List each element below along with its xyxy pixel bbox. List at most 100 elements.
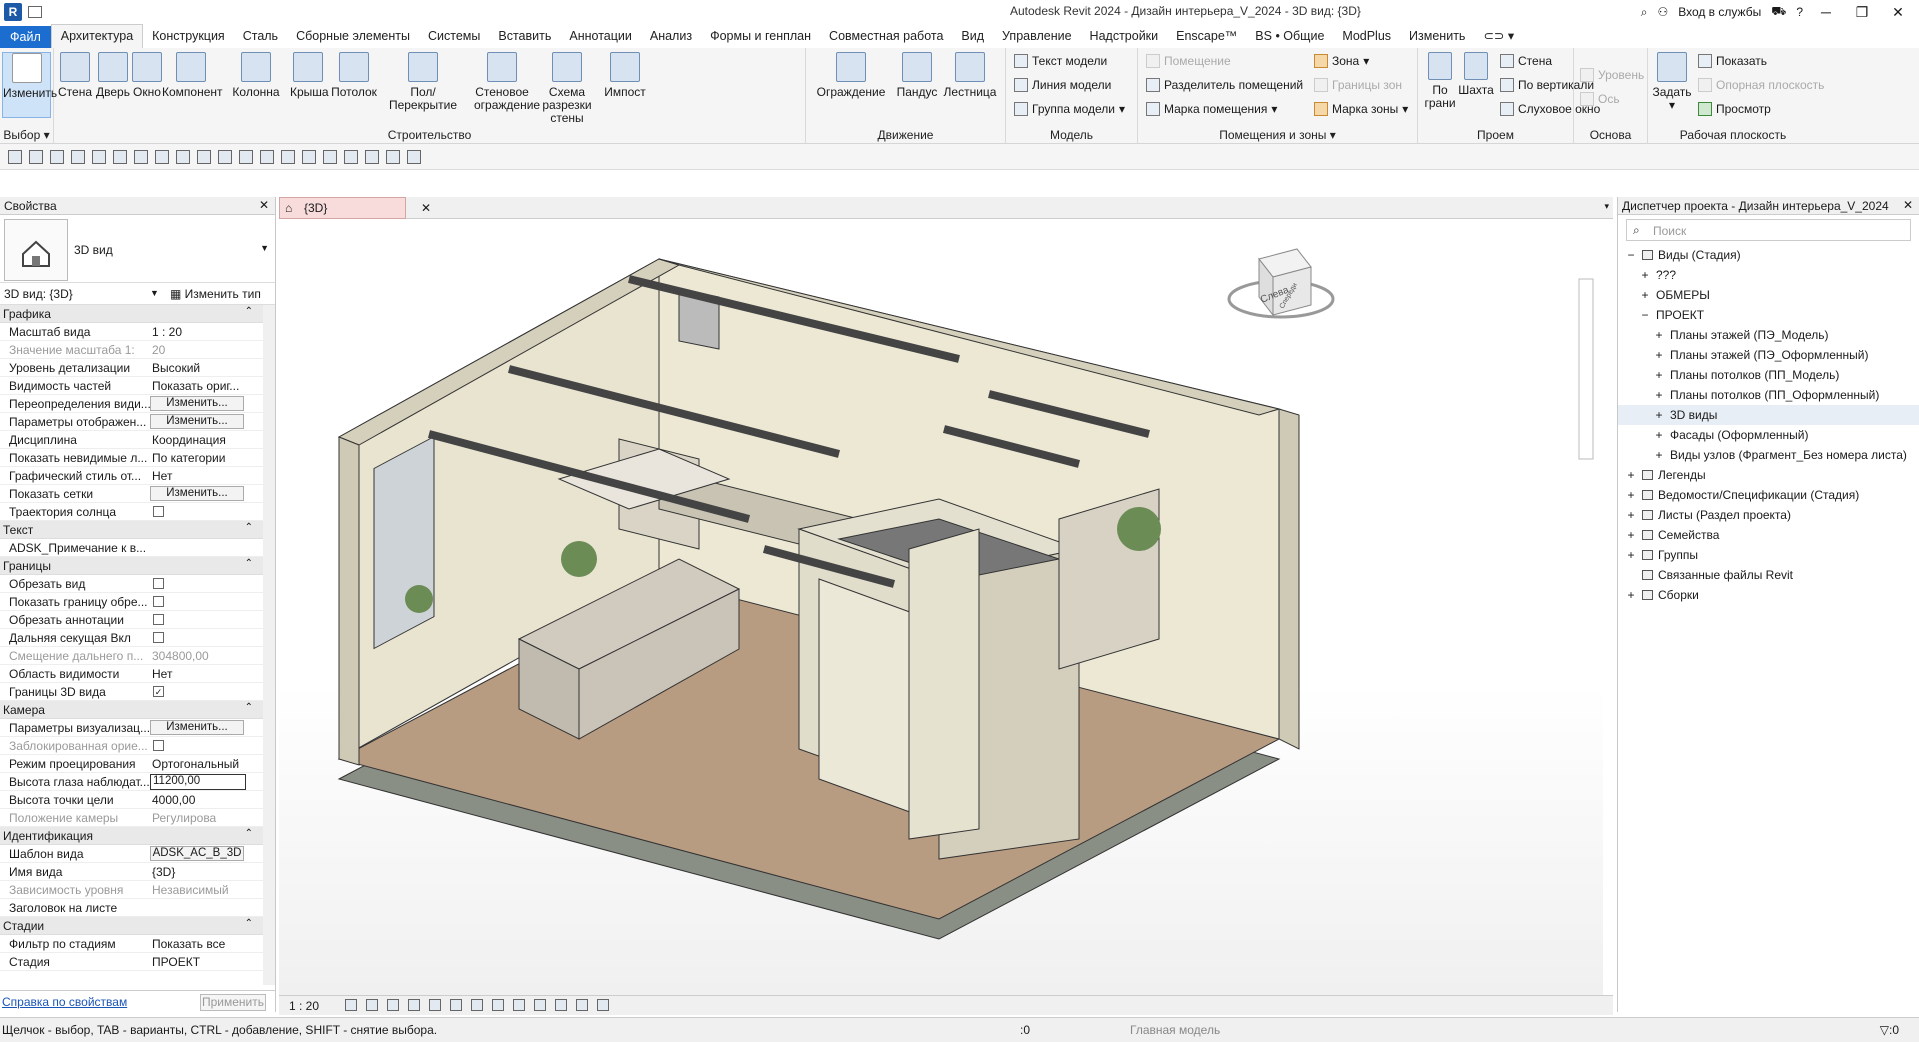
tree-toggle-icon[interactable]: − xyxy=(1626,248,1636,262)
prop-value[interactable]: Высокий xyxy=(152,361,248,375)
qat-settings-icon[interactable] xyxy=(407,149,421,164)
prop-value[interactable]: Ортогональный xyxy=(152,757,248,771)
model-line-button[interactable]: Линия модели xyxy=(1014,78,1111,92)
build-button-6[interactable]: Потолок xyxy=(330,52,378,99)
prop-input[interactable]: 11200,00 xyxy=(150,774,246,790)
model-text-button[interactable]: Текст модели xyxy=(1014,54,1107,68)
browser-node[interactable]: − Виды (Стадия) xyxy=(1618,245,1919,265)
prop-edit-button[interactable]: Изменить... xyxy=(150,396,244,411)
collapse-icon[interactable]: ⌃ xyxy=(245,522,253,533)
qat-text-icon[interactable] xyxy=(218,149,232,164)
user-icon[interactable]: ⚇ xyxy=(1657,5,1668,19)
modify-button[interactable]: Изменить xyxy=(2,52,57,118)
browser-search-input[interactable]: ⌕ Поиск xyxy=(1626,219,1911,241)
prop-checkbox[interactable] xyxy=(153,506,164,517)
collapse-icon[interactable]: ⌃ xyxy=(245,918,253,929)
room-tag-button[interactable]: Марка помещения ▾ xyxy=(1146,102,1277,116)
browser-node[interactable]: + Планы потолков (ПП_Модель) xyxy=(1618,365,1919,385)
browser-node[interactable]: +3D виды xyxy=(1618,405,1919,425)
tree-toggle-icon[interactable]: + xyxy=(1626,548,1636,562)
prop-edit-button[interactable]: Изменить... xyxy=(150,720,244,735)
prop-value[interactable]: {3D} xyxy=(152,865,248,879)
circ-button-2[interactable]: Лестница xyxy=(942,52,998,99)
browser-node[interactable]: + Планы этажей (ПЭ_Модель) xyxy=(1618,325,1919,345)
qat-print-icon[interactable] xyxy=(113,149,127,164)
prop-value[interactable]: Независимый xyxy=(152,883,248,897)
tab-5[interactable]: Системы xyxy=(419,25,489,48)
panel-title-rooms[interactable]: Помещения и зоны ▾ xyxy=(1138,128,1417,142)
tree-toggle-icon[interactable]: + xyxy=(1640,268,1650,282)
maximize-button[interactable]: ❐ xyxy=(1849,4,1875,21)
cart-icon[interactable]: ⛟ xyxy=(1771,4,1786,20)
qat-tag-icon[interactable] xyxy=(197,149,211,164)
viewer-button[interactable]: Просмотр xyxy=(1698,102,1771,116)
tab-14[interactable]: Enscape™ xyxy=(1167,25,1246,48)
prop-value[interactable]: 304800,00 xyxy=(152,649,248,663)
show-workplane-button[interactable]: Показать xyxy=(1698,54,1767,68)
prop-value[interactable]: Координация xyxy=(152,433,248,447)
navigation-bar[interactable] xyxy=(1578,278,1594,460)
tab-12[interactable]: Управление xyxy=(993,25,1081,48)
close-properties-icon[interactable]: ✕ xyxy=(259,198,269,212)
collapse-icon[interactable]: ⌃ xyxy=(245,306,253,317)
minimize-button[interactable]: ─ xyxy=(1813,4,1839,20)
prop-value[interactable]: Нет xyxy=(152,469,248,483)
collapse-icon[interactable]: ⌃ xyxy=(245,828,253,839)
area-tag-button[interactable]: Марка зоны ▾ xyxy=(1314,102,1408,116)
properties-help-link[interactable]: Справка по свойствам xyxy=(2,995,127,1009)
qat-3d-icon[interactable] xyxy=(260,149,274,164)
prop-edit-button[interactable]: Изменить... xyxy=(150,486,244,501)
qat-undo-icon[interactable] xyxy=(71,149,85,164)
tree-toggle-icon[interactable]: + xyxy=(1626,588,1636,602)
tab-0[interactable]: Файл xyxy=(0,26,51,48)
browser-node[interactable]: + Планы потолков (ПП_Оформленный) xyxy=(1618,385,1919,405)
vc-crop-icon[interactable] xyxy=(429,999,441,1011)
collapse-icon[interactable]: ⌃ xyxy=(245,702,253,713)
signin-link[interactable]: Вход в службы xyxy=(1678,5,1761,19)
prop-group-0[interactable]: Графика ⌃ xyxy=(0,305,263,323)
vc-reveal-icon[interactable] xyxy=(492,999,504,1011)
vc-temp-hide-icon[interactable] xyxy=(471,999,483,1011)
browser-node[interactable]: + Семейства xyxy=(1618,525,1919,545)
vc-shadow-icon[interactable] xyxy=(408,999,420,1011)
level-button[interactable]: Уровень xyxy=(1580,68,1644,82)
build-button-8[interactable]: Стеновое ограждение xyxy=(474,52,540,112)
browser-node[interactable]: + Фасады (Оформленный) xyxy=(1618,425,1919,445)
prop-group-2[interactable]: Границы ⌃ xyxy=(0,557,263,575)
tab-3[interactable]: Сталь xyxy=(234,25,287,48)
tab-9[interactable]: Формы и генплан xyxy=(701,25,820,48)
prop-group-1[interactable]: Текст ⌃ xyxy=(0,521,263,539)
prop-group-3[interactable]: Камера ⌃ xyxy=(0,701,263,719)
vc-detail-icon[interactable] xyxy=(345,999,357,1011)
qat-close-icon[interactable] xyxy=(323,149,337,164)
prop-value[interactable]: Регулирова xyxy=(152,811,248,825)
workset-coord[interactable]: :0 xyxy=(1020,1023,1030,1037)
tree-toggle-icon[interactable]: + xyxy=(1654,368,1664,382)
area-boundary-button[interactable]: Границы зон xyxy=(1314,78,1402,92)
tab-13[interactable]: Надстройки xyxy=(1081,25,1168,48)
tab-11[interactable]: Вид xyxy=(952,25,993,48)
browser-node[interactable]: − ПРОЕКТ xyxy=(1618,305,1919,325)
build-button-4[interactable]: Колонна xyxy=(230,52,282,99)
prop-value[interactable]: По категории xyxy=(152,451,248,465)
tab-15[interactable]: BS • Общие xyxy=(1246,25,1333,48)
prop-value[interactable]: 4000,00 xyxy=(152,793,248,807)
browser-node[interactable]: + Планы этажей (ПЭ_Оформленный) xyxy=(1618,345,1919,365)
scale-label[interactable]: 1 : 20 xyxy=(289,999,319,1013)
room-separator-button[interactable]: Разделитель помещений xyxy=(1146,78,1303,92)
browser-node[interactable]: + Листы (Раздел проекта) xyxy=(1618,505,1919,525)
browser-node[interactable]: + Сборки xyxy=(1618,585,1919,605)
vc-sun-icon[interactable] xyxy=(387,999,399,1011)
3d-model-canvas[interactable]: Слева Спереди xyxy=(279,219,1603,995)
area-button[interactable]: Зона ▾ xyxy=(1314,54,1369,68)
browser-node[interactable]: + ОБМЕРЫ xyxy=(1618,285,1919,305)
open-file-icon[interactable] xyxy=(28,6,42,18)
circ-button-0[interactable]: Ограждение xyxy=(814,52,888,99)
prop-edit-button[interactable]: Изменить... xyxy=(150,414,244,429)
prop-checkbox[interactable] xyxy=(153,614,164,625)
tree-toggle-icon[interactable]: + xyxy=(1626,468,1636,482)
prop-value[interactable]: Нет xyxy=(152,667,248,681)
prop-value[interactable]: 1 : 20 xyxy=(152,325,248,339)
build-button-2[interactable]: Окно xyxy=(130,52,164,99)
vc-temp-props-icon[interactable] xyxy=(555,999,567,1011)
